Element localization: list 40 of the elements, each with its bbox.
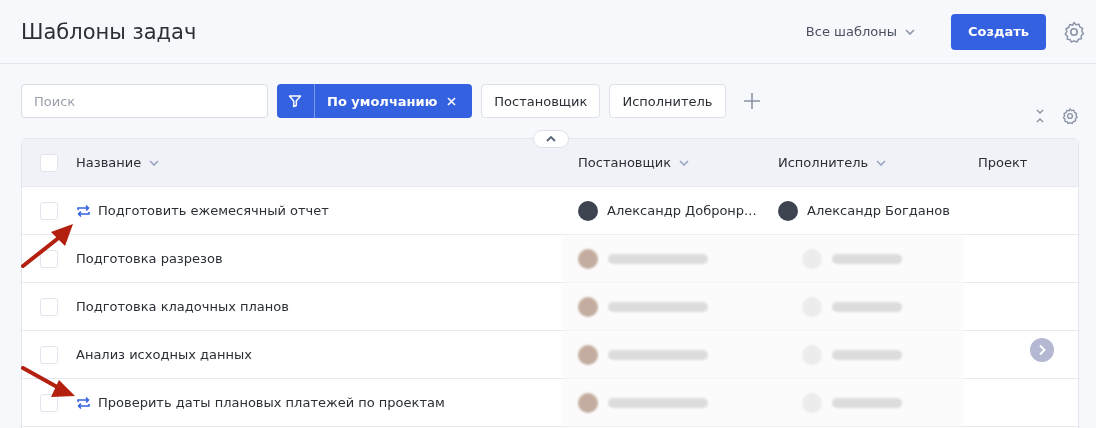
sort-caret-icon[interactable] — [679, 159, 690, 166]
column-header[interactable]: Проект — [978, 155, 1028, 170]
filter-preset-button[interactable]: По умолчанию — [277, 84, 473, 118]
chevron-up-icon — [546, 136, 556, 142]
filter-chip[interactable]: Постановщик — [481, 84, 601, 118]
search-field[interactable]: Поиск — [21, 84, 268, 118]
add-icon[interactable] — [742, 92, 761, 110]
assignee-name: Александр Богданов — [807, 203, 950, 218]
select-all-checkbox[interactable] — [40, 153, 58, 172]
templates-dropdown[interactable]: Все шаблоны — [799, 23, 921, 40]
sort-caret-icon[interactable] — [876, 159, 887, 166]
filter-icon — [288, 94, 302, 108]
author-name: Александр Добронр... — [607, 203, 757, 218]
column-header[interactable]: Постановщик — [578, 155, 672, 170]
row-checkbox[interactable] — [40, 393, 58, 412]
filter-chip[interactable]: Исполнитель — [609, 84, 726, 118]
close-icon[interactable] — [447, 96, 457, 106]
caret-icon — [904, 28, 915, 35]
sort-caret-icon[interactable] — [149, 159, 160, 166]
column-header[interactable]: Название — [76, 155, 142, 170]
avatar — [778, 200, 798, 221]
template-name[interactable]: Подготовка кладочных планов — [76, 299, 289, 314]
row-checkbox[interactable] — [40, 297, 58, 316]
row-checkbox[interactable] — [40, 345, 58, 364]
template-name[interactable]: Подготовить ежемесячный отчет — [98, 203, 329, 218]
create-button[interactable]: Создать — [950, 13, 1046, 50]
filter-preset-label: По умолчанию — [327, 93, 438, 109]
settings-icon[interactable] — [1062, 19, 1086, 44]
column-header[interactable]: Исполнитель — [778, 155, 869, 170]
collapse-filters-button[interactable] — [533, 130, 569, 148]
template-name[interactable]: Подготовка разрезов — [76, 251, 223, 266]
chevron-right-icon — [1038, 344, 1046, 356]
page-title: Шаблоны задач — [21, 19, 197, 44]
settings-icon[interactable] — [1061, 107, 1079, 125]
template-name[interactable]: Проверить даты плановых платежей по проектам — [98, 395, 445, 410]
template-name[interactable]: Анализ исходных данных — [76, 347, 252, 362]
row-checkbox[interactable] — [40, 201, 58, 220]
row-checkbox[interactable] — [40, 249, 58, 268]
scroll-right-button[interactable] — [1030, 338, 1054, 362]
collapse-icon[interactable] — [1035, 108, 1045, 124]
